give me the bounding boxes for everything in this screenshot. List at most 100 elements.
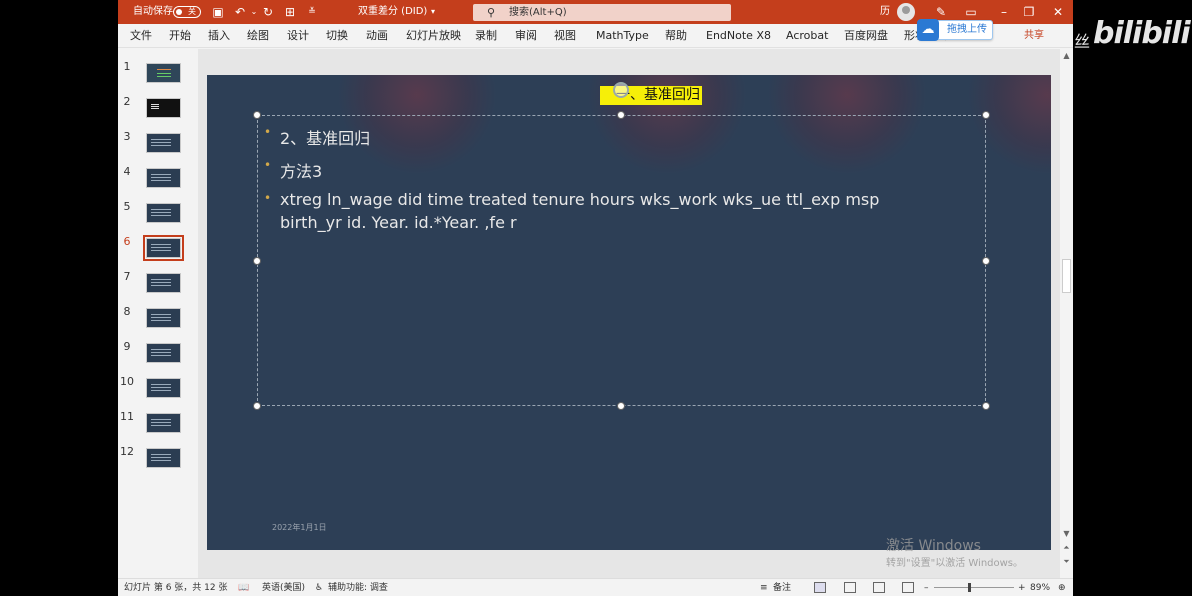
search-box[interactable]: ⚲ 搜索(Alt+Q) [473,4,731,21]
next-slide-icon[interactable]: ⏷ [1060,557,1073,567]
scroll-down-icon[interactable]: ▼ [1060,529,1073,538]
slide-thumbnail-2[interactable] [146,98,181,118]
previous-slide-icon[interactable]: ⏶ [1060,543,1073,553]
user-initial: 历 [880,6,890,17]
tab-insert[interactable]: 插入 [208,24,230,48]
resize-handle[interactable] [982,111,990,119]
tab-animations[interactable]: 动画 [366,24,388,48]
accessibility-icon: ♿ [315,583,324,593]
zoom-slider-knob[interactable] [968,583,971,592]
scroll-up-icon[interactable]: ▲ [1060,51,1073,60]
ribbon-display-icon[interactable]: ▭ [963,4,979,20]
normal-view-icon[interactable] [814,582,826,593]
spellcheck-icon[interactable]: 📖 [238,579,249,596]
powerpoint-window: 自动保存 关 ▣ ↶ ⌄ ↻ ⊞ ≚ 双重差分 (DID) ▾ ⚲ 搜索(Alt… [118,0,1073,596]
tab-record[interactable]: 录制 [475,24,497,48]
notes-button[interactable]: 备注 [773,579,791,596]
zoom-out-icon[interactable]: – [924,579,929,596]
thumb-number: 5 [123,200,131,213]
slide-thumbnail-9[interactable] [146,343,181,363]
resize-handle[interactable] [982,402,990,410]
slide-thumbnail-12[interactable] [146,448,181,468]
thumb-number: 2 [123,95,131,108]
code-text-line: birth_yr id. Year. id.*Year. ,fe r [280,213,517,232]
resize-handle[interactable] [617,111,625,119]
presentation-icon[interactable]: ⊞ [282,4,298,20]
tab-home[interactable]: 开始 [169,24,191,48]
tab-slideshow[interactable]: 幻灯片放映 [406,24,461,48]
redo-icon[interactable]: ↻ [260,4,276,20]
slide-thumbnail-4[interactable] [146,168,181,188]
tab-endnote[interactable]: EndNote X8 [706,24,771,48]
slide[interactable]: 一、基准回归 • 2、基准回归 • 方法3 • xtreg ln_wage did … [207,75,1051,550]
title-dropdown-icon[interactable]: ▾ [425,4,441,20]
slide-thumbnail-3[interactable] [146,133,181,153]
screen: 自动保存 关 ▣ ↶ ⌄ ↻ ⊞ ≚ 双重差分 (DID) ▾ ⚲ 搜索(Alt… [0,0,1192,596]
slide-thumbnail-1[interactable] [146,63,181,83]
fit-to-window-icon[interactable]: ⊕ [1058,579,1066,596]
zoom-slider[interactable] [934,587,1014,588]
bullet-item: • 2、基准回归 [264,125,371,149]
tab-draw[interactable]: 绘图 [247,24,269,48]
thumb-number: 7 [123,270,131,283]
resize-handle[interactable] [253,257,261,265]
slide-thumbnail-11[interactable] [146,413,181,433]
tab-review[interactable]: 审阅 [515,24,537,48]
minimize-icon[interactable]: – [996,4,1012,20]
share-button[interactable]: 共享 [1024,28,1044,44]
tab-transitions[interactable]: 切换 [326,24,348,48]
accessibility-status[interactable]: 辅助功能: 调查 [328,579,388,596]
code-text-line: xtreg ln_wage did time treated tenure ho… [280,190,880,209]
thumb-number: 3 [123,130,131,143]
resize-handle[interactable] [617,402,625,410]
slide-thumbnail-5[interactable] [146,203,181,223]
zoom-level[interactable]: 89% [1030,579,1050,596]
document-title[interactable]: 双重差分 (DID) [358,0,427,24]
tab-design[interactable]: 设计 [287,24,309,48]
status-bar: 幻灯片 第 6 张，共 12 张 📖 英语(美国) ♿ 辅助功能: 调查 ≡ 备… [118,578,1073,596]
tab-baidu-netdisk[interactable]: 百度网盘 [844,24,888,48]
close-icon[interactable]: ✕ [1050,4,1066,20]
logo-prefix: 丝 [1074,32,1091,51]
slide-thumbnails-pane: 1 2 3 4 5 6 7 8 9 10 11 12 [118,49,198,578]
slide-editing-area: 一、基准回归 • 2、基准回归 • 方法3 • xtreg ln_wage did … [198,49,1060,578]
slide-thumbnail-7[interactable] [146,273,181,293]
search-placeholder: 搜索(Alt+Q) [509,7,567,18]
tab-acrobat[interactable]: Acrobat [786,24,828,48]
tab-mathtype[interactable]: MathType [596,24,649,48]
pen-icon[interactable]: ✎ [933,4,949,20]
reading-view-icon[interactable] [873,582,885,593]
thumb-number: 9 [123,340,131,353]
restore-icon[interactable]: ❐ [1021,4,1037,20]
thumb-number-selected: 6 [123,235,131,248]
language-indicator[interactable]: 英语(美国) [262,579,305,596]
tab-help[interactable]: 帮助 [665,24,687,48]
scrollbar-thumb[interactable] [1062,259,1071,293]
bullet-text: 2、基准回归 [280,129,371,148]
slide-sorter-icon[interactable] [844,582,856,593]
tab-file[interactable]: 文件 [130,24,152,48]
vertical-scrollbar[interactable]: ▲ ▼ ⏶ ⏷ [1060,49,1073,578]
content-textbox[interactable] [257,115,986,406]
bullet-dot-icon: • [264,125,272,139]
slide-thumbnail-8[interactable] [146,308,181,328]
save-icon[interactable]: ▣ [210,4,226,20]
resize-handle[interactable] [253,111,261,119]
slide-thumbnail-10[interactable] [146,378,181,398]
search-icon: ⚲ [487,6,496,19]
customize-quick-access-icon[interactable]: ≚ [304,4,320,20]
tab-view[interactable]: 视图 [554,24,576,48]
bullet-text: 方法3 [280,162,323,181]
thumb-number: 1 [123,60,131,73]
autosave-toggle[interactable]: 关 [173,6,201,18]
slideshow-view-icon[interactable] [902,582,914,593]
resize-handle[interactable] [253,402,261,410]
avatar[interactable] [897,3,915,21]
resize-handle[interactable] [982,257,990,265]
slide-counter: 幻灯片 第 6 张，共 12 张 [124,583,228,593]
bullet-dot-icon: • [264,158,272,172]
zoom-in-icon[interactable]: + [1018,579,1026,596]
bullet-item: • 方法3 [264,158,323,182]
rotate-handle-icon[interactable] [613,82,629,98]
slide-thumbnail-6[interactable] [143,235,184,261]
